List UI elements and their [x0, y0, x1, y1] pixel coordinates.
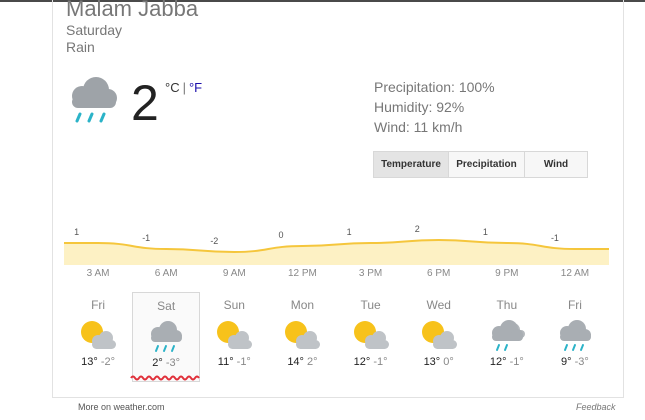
hour-label: 3 PM	[358, 268, 383, 279]
tab-wind[interactable]: Wind	[525, 152, 587, 177]
hour-label: 12 AM	[560, 268, 590, 279]
forecast-temps: 12° -1°	[337, 356, 405, 368]
temperature-chart: 1 -1 -2 0 1 2 1 -1	[64, 224, 609, 265]
forecast-temps: 14° 2°	[268, 356, 336, 368]
temperature-point-label: 1	[74, 227, 79, 237]
condition-label: Rain	[66, 39, 95, 55]
forecast-temps: 12° -1°	[473, 356, 541, 368]
unit-fahrenheit[interactable]: °F	[189, 80, 202, 95]
forecast-low: -2°	[100, 356, 115, 368]
forecast-high: 2°	[152, 357, 166, 369]
forecast-temps: 9° -3°	[541, 356, 609, 368]
forecast-day-name: Sat	[157, 299, 176, 313]
forecast-temps: 13° -2°	[64, 356, 132, 368]
partly-cloudy-icon	[337, 318, 405, 352]
forecast-day-name: Fri	[91, 298, 106, 312]
forecast-temps: 2° -3°	[133, 357, 199, 369]
forecast-low: -1°	[509, 356, 524, 368]
forecast-high: 13°	[423, 356, 444, 368]
hour-label: 6 AM	[154, 268, 178, 279]
temperature-point-label: -2	[210, 236, 218, 246]
forecast-low: -3°	[574, 356, 589, 368]
forecast-high: 12°	[353, 356, 374, 368]
forecast-low: -1°	[373, 356, 388, 368]
precipitation-stat: Precipitation: 100%	[374, 79, 495, 95]
hour-axis: 3 AM 6 AM 9 AM 12 PM 3 PM 6 PM 9 PM 12 AM	[64, 268, 609, 282]
tab-temperature[interactable]: Temperature	[374, 152, 449, 177]
rain-cloud-icon	[66, 74, 120, 131]
forecast-day-name: Tue	[360, 298, 381, 312]
forecast-temps: 13° 0°	[405, 356, 473, 368]
temperature-point-label: 1	[483, 227, 488, 237]
unit-separator: |	[182, 80, 186, 95]
tab-precipitation[interactable]: Precipitation	[449, 152, 525, 177]
hour-label: 12 PM	[287, 268, 317, 279]
humidity-stat: Humidity: 92%	[374, 99, 465, 115]
forecast-day-mon[interactable]: Mon 14° 2°	[268, 292, 336, 382]
temperature-point-label: 0	[278, 230, 283, 240]
forecast-day-name: Mon	[290, 298, 315, 312]
forecast-day-fri[interactable]: Fri 13° -2°	[64, 292, 132, 382]
weather-stats: Precipitation: 100% Humidity: 92% Wind: …	[374, 77, 495, 137]
forecast-high: 13°	[81, 356, 101, 368]
forecast-day-sat[interactable]: Sat 2° -3°	[132, 292, 201, 382]
hour-label: 3 AM	[86, 268, 110, 279]
partly-cloudy-icon	[268, 318, 336, 352]
forecast-day-tue[interactable]: Tue 12° -1°	[337, 292, 405, 382]
day-label: Saturday	[66, 22, 123, 38]
wind-stat: Wind: 11 km/h	[374, 119, 463, 135]
partly-cloudy-icon	[405, 318, 473, 352]
weather-com-link[interactable]: More on weather.com	[78, 402, 165, 412]
chart-tabs: Temperature Precipitation Wind	[373, 151, 588, 178]
forecast-day-name: Fri	[567, 298, 582, 312]
feedback-link[interactable]: Feedback	[576, 402, 616, 412]
forecast-high: 12°	[489, 356, 510, 368]
partly-cloudy-icon	[64, 318, 132, 352]
unit-toggle: °C | °F	[165, 80, 202, 95]
unit-celsius[interactable]: °C	[165, 80, 180, 95]
rain-cloud-icon	[133, 319, 199, 353]
forecast-day-thu[interactable]: Thu 12° -1°	[473, 292, 541, 382]
forecast-high: 14°	[287, 356, 308, 368]
forecast-low: -3°	[165, 357, 181, 369]
spellcheck-squiggle	[130, 375, 200, 381]
forecast-day-sun[interactable]: Sun 11° -1°	[200, 292, 268, 382]
rain-cloud-icon	[541, 318, 609, 352]
forecast-day-name: Sun	[223, 298, 245, 312]
temperature-point-label: 1	[347, 227, 352, 237]
temperature-point-label: 2	[415, 224, 420, 234]
forecast-temps: 11° -1°	[200, 356, 268, 368]
location-title: Malam Jabba	[66, 0, 199, 21]
temperature-point-label: -1	[142, 233, 150, 243]
hour-label: 9 PM	[495, 268, 519, 279]
temperature-point-label: -1	[551, 233, 559, 243]
cloudy-showers-icon	[473, 318, 541, 352]
forecast-high: 9°	[561, 356, 575, 368]
forecast-low: 2°	[307, 356, 318, 368]
forecast-low: 0°	[443, 356, 454, 368]
hour-label: 9 AM	[222, 268, 246, 279]
forecast-high: 11°	[217, 356, 237, 368]
current-temperature: 2	[131, 75, 159, 131]
hour-label: 6 PM	[427, 268, 451, 279]
forecast-day-name: Thu	[496, 298, 518, 312]
forecast-day-wed[interactable]: Wed 13° 0°	[405, 292, 473, 382]
forecast-day-name: Wed	[426, 298, 451, 312]
forecast-low: -1°	[236, 356, 251, 368]
forecast-day-fri[interactable]: Fri 9° -3°	[541, 292, 609, 382]
partly-cloudy-icon	[200, 318, 268, 352]
